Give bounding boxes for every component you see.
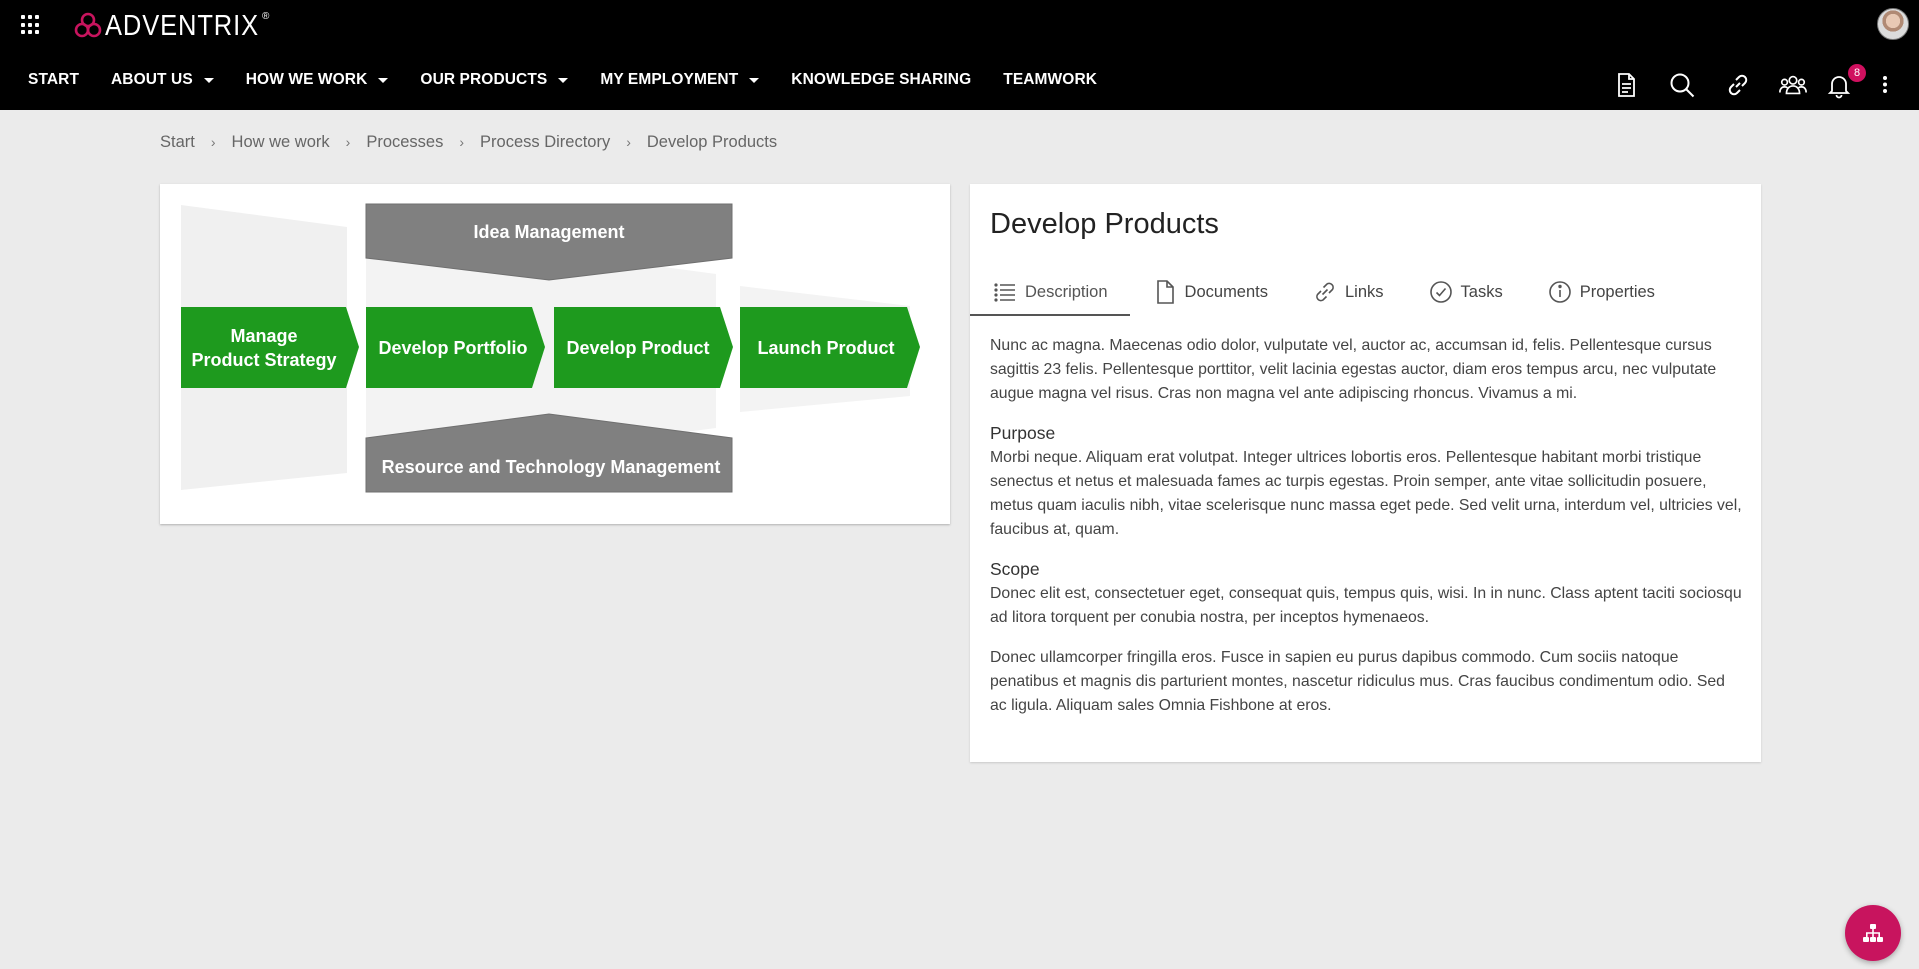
detail-tabs: Description Documents Links Tasks Proper… xyxy=(970,268,1761,316)
tab-tasks[interactable]: Tasks xyxy=(1406,268,1525,316)
top-bar: ADVENTRIX ® START ABOUT US HOW WE WORK O… xyxy=(0,0,1919,110)
process-label: Resource and Technology Management xyxy=(382,457,721,477)
scope-section: Scope Donec elit est, consectetuer eget,… xyxy=(990,558,1742,630)
process-map: Idea Management Resource and Technology … xyxy=(181,203,920,493)
caret-down-icon xyxy=(378,77,389,83)
tab-properties[interactable]: Properties xyxy=(1525,268,1677,316)
nav-start[interactable]: START xyxy=(28,71,79,89)
nav-label: KNOWLEDGE SHARING xyxy=(791,71,972,88)
tab-label: Properties xyxy=(1579,282,1655,301)
document-icon[interactable] xyxy=(1611,70,1641,100)
logo-mark-icon xyxy=(74,12,102,38)
tab-links[interactable]: Links xyxy=(1290,268,1406,316)
purpose-heading: Purpose xyxy=(990,423,1056,443)
tab-label: Links xyxy=(1345,282,1384,301)
logo[interactable]: ADVENTRIX ® xyxy=(73,8,269,44)
purpose-text: Morbi neque. Aliquam erat volutpat. Inte… xyxy=(990,449,1742,538)
nav-label: ABOUT US xyxy=(111,71,193,88)
process-label: Develop Portfolio xyxy=(378,338,527,358)
caret-down-icon xyxy=(558,77,569,83)
nav-about-us[interactable]: ABOUT US xyxy=(111,71,214,89)
document-icon xyxy=(1156,280,1174,304)
process-label: Idea Management xyxy=(473,222,624,242)
nav-label: MY EMPLOYMENT xyxy=(600,71,739,88)
nav-label: START xyxy=(28,71,80,88)
chevron-right-icon: › xyxy=(210,134,216,150)
tab-label: Tasks xyxy=(1460,282,1503,301)
breadcrumb-process-directory[interactable]: Process Directory xyxy=(480,133,610,152)
purpose-section: Purpose Morbi neque. Aliquam erat volutp… xyxy=(990,422,1742,542)
link-icon[interactable] xyxy=(1723,70,1753,100)
chevron-right-icon: › xyxy=(459,134,465,150)
tab-label: Documents xyxy=(1184,282,1268,301)
link-icon xyxy=(1316,282,1334,302)
user-avatar[interactable] xyxy=(1877,8,1909,40)
tab-description[interactable]: Description xyxy=(970,268,1130,316)
scope-text: Donec elit est, consectetuer eget, conse… xyxy=(990,585,1742,626)
caret-down-icon xyxy=(203,77,214,83)
scope-heading: Scope xyxy=(990,559,1040,579)
nav-teamwork[interactable]: TEAMWORK xyxy=(1003,71,1097,89)
nav-knowledge-sharing[interactable]: KNOWLEDGE SHARING xyxy=(791,71,971,89)
info-icon xyxy=(1548,281,1571,303)
sitemap-icon xyxy=(1863,924,1883,942)
list-icon xyxy=(994,283,1015,302)
process-develop-portfolio[interactable]: Develop Portfolio xyxy=(366,307,545,388)
nav-our-products[interactable]: OUR PRODUCTS xyxy=(420,71,569,89)
process-launch-product[interactable]: Launch Product xyxy=(740,307,920,388)
breadcrumb-how-we-work[interactable]: How we work xyxy=(232,133,330,152)
sitemap-button[interactable] xyxy=(1845,905,1901,961)
breadcrumb-start[interactable]: Start xyxy=(160,133,195,152)
nav-label: TEAMWORK xyxy=(1003,71,1098,88)
tab-label: Description xyxy=(1025,282,1108,301)
breadcrumb-processes[interactable]: Processes xyxy=(366,133,443,152)
main-nav: START ABOUT US HOW WE WORK OUR PRODUCTS … xyxy=(28,68,1129,92)
breadcrumb-current: Develop Products xyxy=(646,132,778,151)
process-label: Develop Product xyxy=(566,338,709,358)
notification-badge: 8 xyxy=(1848,64,1866,82)
page-title: Develop Products xyxy=(990,208,1219,240)
detail-panel: Develop Products Description Documents L… xyxy=(970,184,1761,762)
logo-text: ADVENTRIX xyxy=(105,9,259,42)
nav-label: OUR PRODUCTS xyxy=(420,71,548,88)
team-icon[interactable] xyxy=(1778,70,1808,100)
logo-registered-mark: ® xyxy=(261,10,270,22)
nav-label: HOW WE WORK xyxy=(245,71,368,88)
process-develop-product[interactable]: Develop Product xyxy=(554,307,733,388)
search-icon[interactable] xyxy=(1667,70,1697,100)
apps-grid-icon[interactable] xyxy=(21,15,41,35)
process-label: Manage xyxy=(230,326,297,346)
tab-documents[interactable]: Documents xyxy=(1130,268,1290,316)
chevron-right-icon: › xyxy=(626,134,631,150)
intro-text: Nunc ac magna. Maecenas odio dolor, vulp… xyxy=(990,337,1717,402)
more-vertical-icon[interactable] xyxy=(1870,70,1900,100)
caret-down-icon xyxy=(749,77,760,83)
breadcrumb: Start › How we work › Processes › Proces… xyxy=(160,132,777,152)
chevron-right-icon: › xyxy=(345,134,351,150)
description-content: Nunc ac magna. Maecenas odio dolor, vulp… xyxy=(990,334,1742,734)
process-map-card: Idea Management Resource and Technology … xyxy=(160,184,950,524)
nav-my-employment[interactable]: MY EMPLOYMENT xyxy=(600,71,760,89)
process-label: Product Strategy xyxy=(191,350,336,370)
closing-text: Donec ullamcorper fringilla eros. Fusce … xyxy=(990,649,1725,714)
process-label: Launch Product xyxy=(757,338,894,358)
process-manage-product-strategy[interactable]: Manage Product Strategy xyxy=(181,307,359,388)
check-circle-icon xyxy=(1429,281,1452,303)
nav-how-we-work[interactable]: HOW WE WORK xyxy=(246,71,389,89)
